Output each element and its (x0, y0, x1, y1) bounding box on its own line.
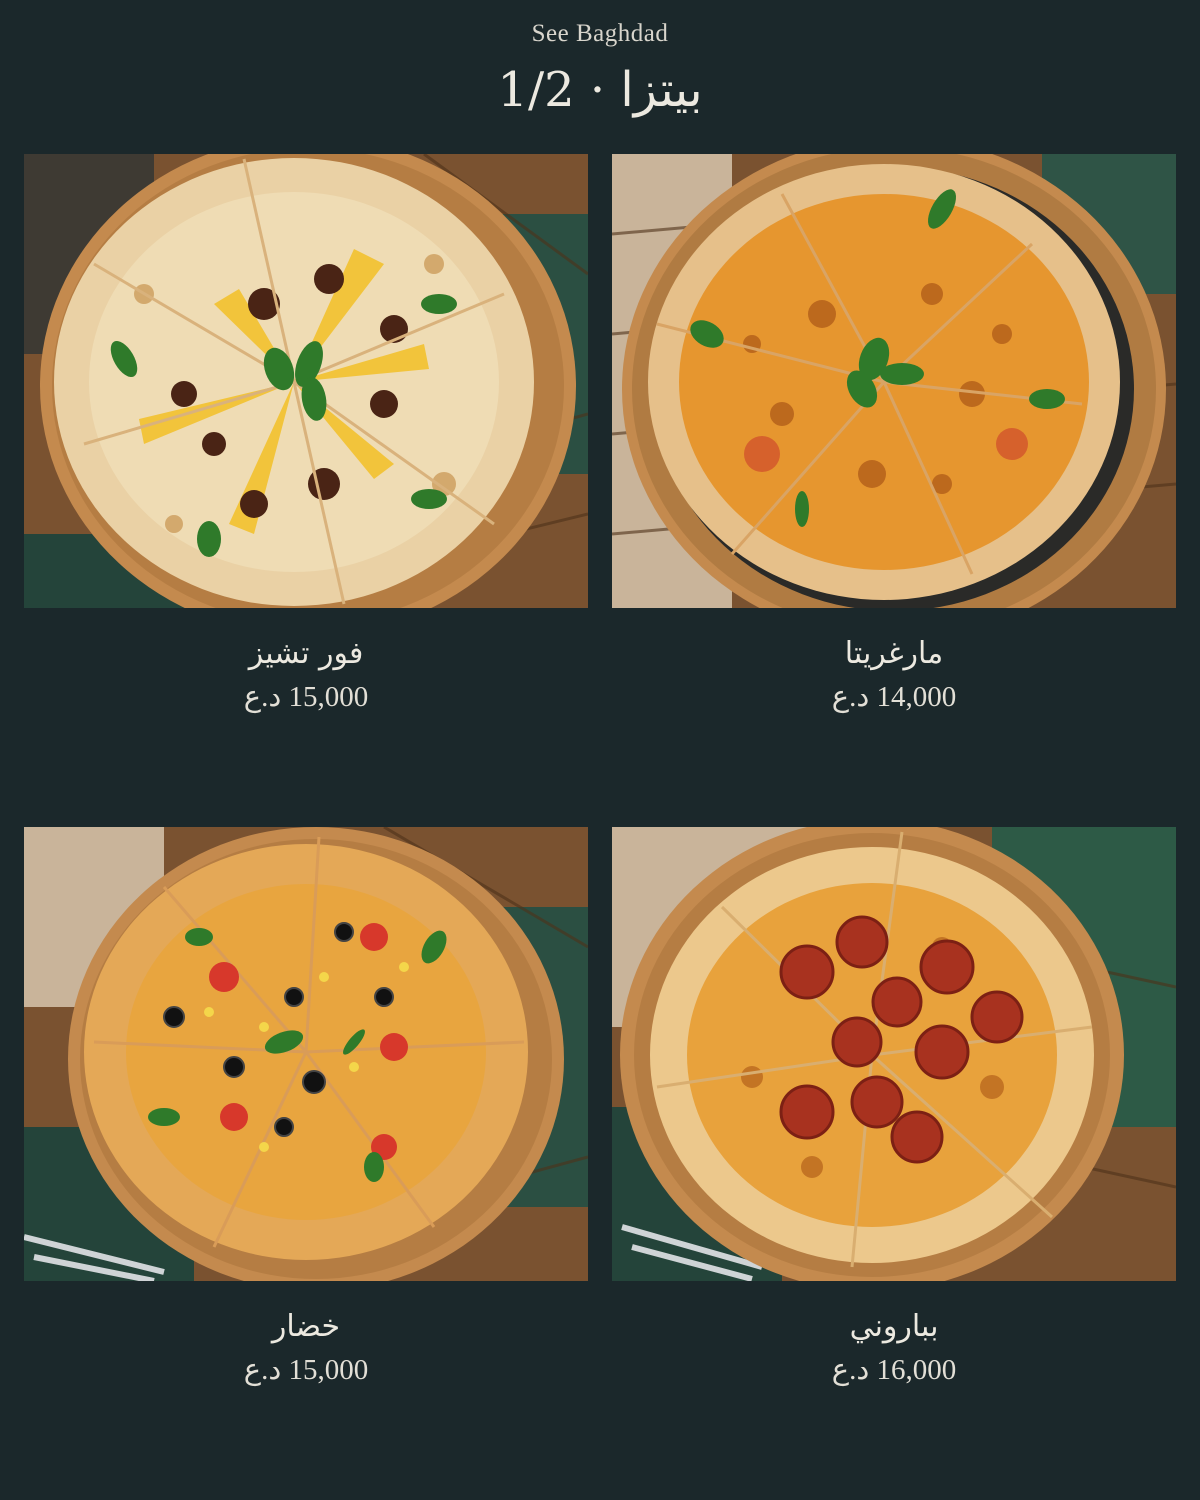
vegetable-pizza-photo (24, 827, 588, 1281)
brand-name: See Baghdad (531, 20, 669, 47)
item-name: بباروني (849, 1309, 939, 1344)
menu-item-margherita[interactable]: مارغريتا 14,000 د.ع (612, 154, 1176, 716)
pepperoni-pizza-photo (612, 827, 1176, 1281)
item-price: 15,000 د.ع (243, 681, 369, 713)
four-cheese-pizza-photo (24, 154, 588, 608)
menu-item-pepperoni[interactable]: بباروني 16,000 د.ع (612, 827, 1176, 1389)
item-price: 15,000 د.ع (243, 1354, 369, 1386)
item-name: مارغريتا (844, 636, 944, 671)
menu-item-vegetable[interactable]: خضار 15,000 د.ع (24, 827, 588, 1389)
item-price: 16,000 د.ع (831, 1354, 957, 1386)
item-name: خضار (271, 1309, 341, 1344)
item-price: 14,000 د.ع (831, 681, 957, 713)
menu-item-four-cheese[interactable]: فور تشيز 15,000 د.ع (24, 154, 588, 716)
margherita-pizza-photo (612, 154, 1176, 608)
page-title: بيتزا · 1/2 (497, 62, 703, 118)
item-name: فور تشيز (248, 636, 364, 671)
